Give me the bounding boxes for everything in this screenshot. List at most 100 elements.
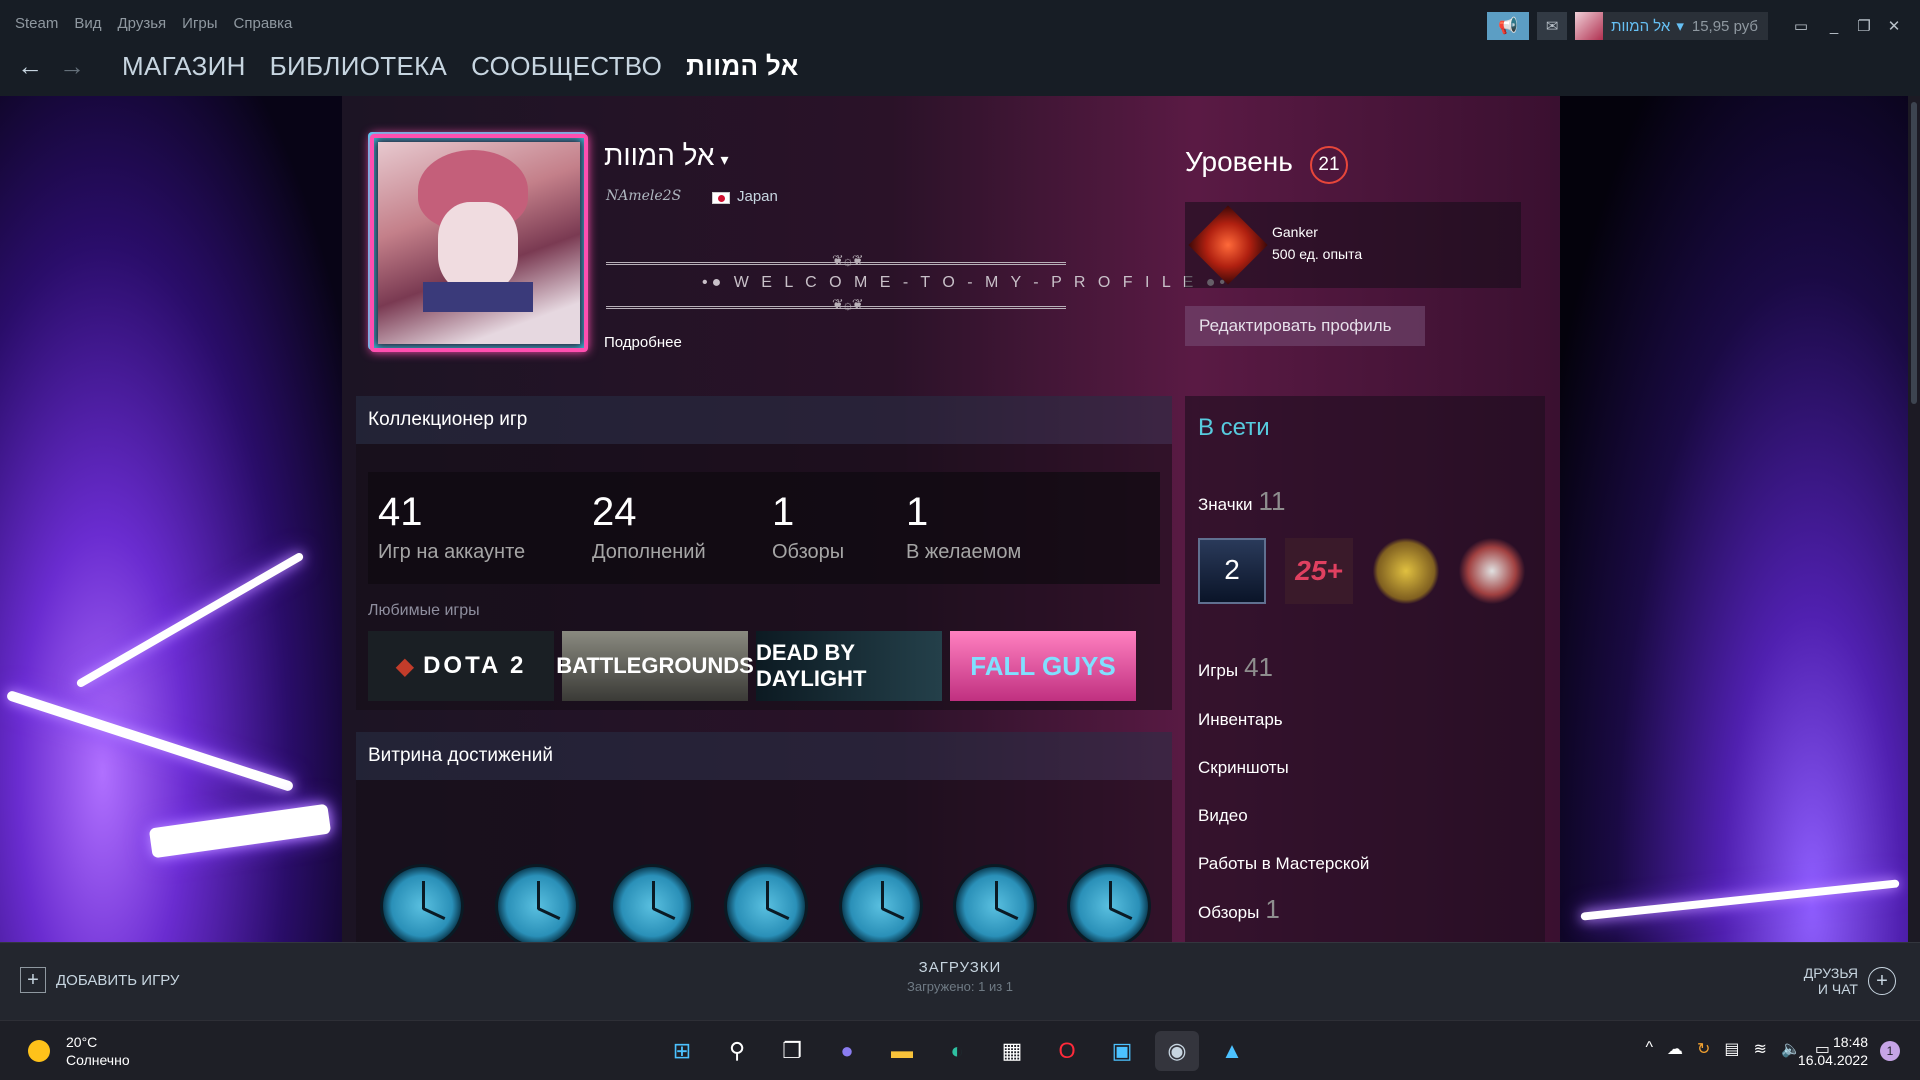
- taskbar-apps: ⊞ ⚲ ❐ ● ▬ ◐ ▦ O ▣ ◉ ▲: [660, 1031, 1265, 1071]
- japan-flag-icon: [712, 192, 730, 204]
- badge-25plus-icon[interactable]: 25+: [1285, 538, 1353, 604]
- sidebar-games[interactable]: Игры 41: [1198, 652, 1273, 683]
- menu-view[interactable]: Вид: [74, 15, 101, 32]
- edge-icon[interactable]: ◐: [935, 1031, 979, 1071]
- featured-badge[interactable]: Ganker 500 ед. опыта: [1185, 202, 1521, 288]
- collector-stats: 41 Игр на аккаунте 24 Дополнений 1 Обзор…: [368, 472, 1160, 584]
- profile-sidebar: В сети Значки 11 2 25+ Игры 41 Инвентарь С…: [1185, 396, 1545, 942]
- menu-steam[interactable]: Steam: [15, 15, 58, 32]
- achievement-clock-icon[interactable]: [953, 864, 1037, 942]
- badge-event-icon[interactable]: [1372, 538, 1440, 604]
- stat-games[interactable]: 41 Игр на аккаунте: [378, 490, 525, 564]
- sync-icon[interactable]: ↻: [1697, 1039, 1710, 1059]
- minimize-icon[interactable]: _: [1822, 18, 1846, 35]
- remote-desktop-icon[interactable]: ▣: [1100, 1031, 1144, 1071]
- avatar: [1575, 12, 1604, 40]
- badge-character-icon[interactable]: [1458, 538, 1526, 604]
- taskbar-clock[interactable]: 18:48 16.04.2022: [1798, 1033, 1868, 1069]
- photos-icon[interactable]: ▲: [1210, 1031, 1254, 1071]
- ms-store-icon[interactable]: ▦: [990, 1031, 1034, 1071]
- sidebar-videos[interactable]: Видео: [1198, 806, 1248, 826]
- real-name: NAmele2S: [606, 188, 682, 204]
- onedrive-icon[interactable]: ☁: [1667, 1039, 1683, 1059]
- task-view-icon[interactable]: ❐: [770, 1031, 814, 1071]
- restore-icon[interactable]: ❐: [1852, 17, 1876, 35]
- badge-xp: 500 ед. опыта: [1272, 246, 1363, 262]
- scrollbar-thumb[interactable]: [1911, 102, 1917, 404]
- achievement-clock-icon[interactable]: [839, 864, 923, 942]
- account-name: אל המוות: [1611, 17, 1671, 35]
- favorite-games-label: Любимые игры: [368, 602, 480, 619]
- level-badge[interactable]: 21: [1310, 146, 1348, 184]
- game-capsule-dbd[interactable]: DEAD BY DAYLIGHT: [756, 631, 942, 701]
- achievement-clock-icon[interactable]: [1067, 864, 1151, 942]
- achievement-clock-icon[interactable]: [495, 864, 579, 942]
- windows-start-icon[interactable]: ⊞: [660, 1031, 704, 1071]
- sidebar-badges[interactable]: Значки 11: [1198, 486, 1286, 517]
- sidebar-workshop[interactable]: Работы в Мастерской: [1198, 854, 1369, 874]
- profile-summary: •● W E L C O M E - T O - M Y - P R O F I…: [702, 274, 1230, 291]
- view-more-link[interactable]: Подробнее: [604, 334, 682, 351]
- chevron-down-icon[interactable]: ▾: [721, 152, 729, 169]
- forward-arrow-icon[interactable]: →: [56, 50, 88, 82]
- weather-widget[interactable]: 20°C Солнечно: [28, 1033, 130, 1069]
- lightning-decoration: [1580, 879, 1900, 921]
- game-capsule-fallguys[interactable]: FALL GUYS: [950, 631, 1136, 701]
- profile-avatar[interactable]: [370, 134, 588, 352]
- profile-name[interactable]: אל המוות ▾: [604, 140, 729, 172]
- achievement-clock-icon[interactable]: [610, 864, 694, 942]
- nav-profile[interactable]: אל המוות: [686, 51, 799, 82]
- main-nav: ← → МАГАЗИН БИБЛИОТЕКА СООБЩЕСТВО אל המו…: [14, 50, 799, 82]
- dota-logo-icon: ◆: [395, 652, 418, 680]
- envelope-icon[interactable]: ✉: [1537, 12, 1568, 40]
- nav-library[interactable]: БИБЛИОТЕКА: [270, 51, 448, 82]
- menu-friends[interactable]: Друзья: [118, 15, 167, 32]
- stat-dlc[interactable]: 24 Дополнений: [592, 490, 706, 564]
- summary-ornament: ❦۞❦: [832, 296, 864, 312]
- badge-name: Ganker: [1272, 224, 1318, 240]
- back-arrow-icon[interactable]: ←: [14, 50, 46, 82]
- level-title: Уровень: [1185, 146, 1293, 177]
- inet-app-icon[interactable]: ▤: [1724, 1039, 1739, 1059]
- nav-community[interactable]: СООБЩЕСТВО: [471, 51, 662, 82]
- chat-icon[interactable]: ●: [825, 1031, 869, 1071]
- downloads-status[interactable]: ЗАГРУЗКИ Загружено: 1 из 1: [0, 959, 1920, 994]
- add-friend-icon: +: [1868, 967, 1896, 995]
- stat-wishlist[interactable]: 1 В желаемом: [906, 490, 1021, 564]
- achievement-clock-icon[interactable]: [380, 864, 464, 942]
- page-scrollbar[interactable]: [1908, 96, 1920, 942]
- friends-chat-button[interactable]: ДРУЗЬЯ И ЧАТ +: [1804, 965, 1896, 997]
- close-icon[interactable]: ✕: [1882, 17, 1906, 35]
- collector-header: Коллекционер игр: [356, 396, 1172, 444]
- chevron-up-icon[interactable]: ^: [1646, 1039, 1654, 1059]
- steam-bottom-bar: + ДОБАВИТЬ ИГРУ ЗАГРУЗКИ Загружено: 1 из…: [0, 942, 1920, 1020]
- notification-badge[interactable]: 1: [1880, 1041, 1900, 1061]
- sidebar-inventory[interactable]: Инвентарь: [1198, 710, 1283, 730]
- profile-background-left: [0, 96, 342, 942]
- game-capsule-pubg[interactable]: BATTLEGROUNDS: [556, 631, 754, 701]
- account-menu[interactable]: אל המוות ▾ 15,95 руб: [1575, 12, 1768, 40]
- achievements-section: [356, 780, 1172, 942]
- search-icon[interactable]: ⚲: [715, 1031, 759, 1071]
- nav-store[interactable]: МАГАЗИН: [122, 51, 246, 82]
- sidebar-reviews[interactable]: Обзоры 1: [1198, 894, 1280, 925]
- profile-page: אל המוות ▾ NAmele2S Japan ❦۞❦ •● W E L C …: [342, 96, 1560, 942]
- chevron-down-icon: ▾: [1676, 18, 1684, 35]
- game-capsule-dota2[interactable]: ◆ DOTA 2: [368, 631, 554, 701]
- menu-help[interactable]: Справка: [234, 15, 293, 32]
- file-explorer-icon[interactable]: ▬: [880, 1031, 924, 1071]
- online-status: В сети: [1198, 414, 1270, 441]
- steam-icon[interactable]: ◉: [1155, 1031, 1199, 1071]
- menu-games[interactable]: Игры: [182, 15, 217, 32]
- wifi-icon[interactable]: ≋: [1754, 1039, 1767, 1059]
- edit-profile-button[interactable]: Редактировать профиль: [1185, 306, 1425, 346]
- sidebar-screenshots[interactable]: Скриншоты: [1198, 758, 1289, 778]
- lightning-decoration: [5, 689, 295, 793]
- vr-icon[interactable]: ▭: [1786, 12, 1816, 40]
- badge-years-icon[interactable]: 2: [1198, 538, 1266, 604]
- ganker-badge-icon: [1188, 205, 1268, 285]
- megaphone-icon[interactable]: 📢: [1487, 12, 1530, 40]
- achievement-clock-icon[interactable]: [724, 864, 808, 942]
- opera-icon[interactable]: O: [1045, 1031, 1089, 1071]
- stat-reviews[interactable]: 1 Обзоры: [772, 490, 844, 564]
